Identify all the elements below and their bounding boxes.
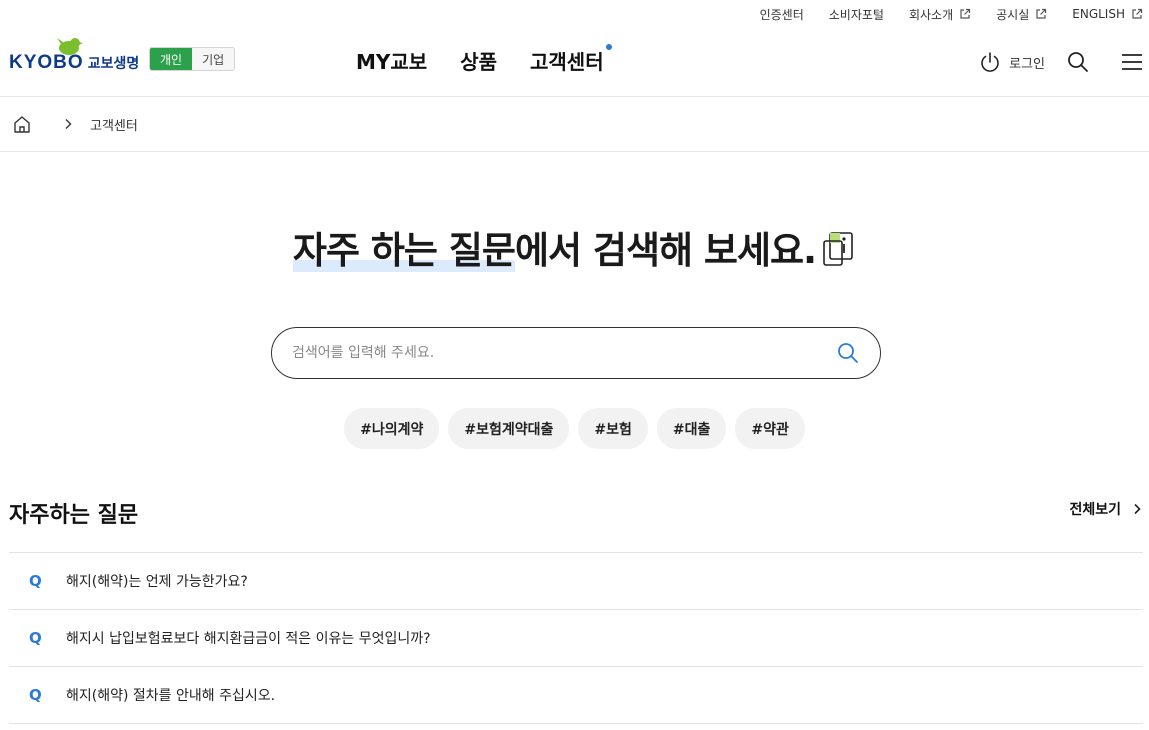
- breadcrumb-current: 고객센터: [90, 118, 138, 134]
- header-actions: 로그인: [979, 28, 1149, 96]
- faq-search-input[interactable]: [292, 345, 836, 361]
- breadcrumb: 고객센터: [0, 97, 1149, 152]
- hamburger-menu-button[interactable]: [1119, 49, 1145, 75]
- logo-text: KYOBO 교보생명: [9, 52, 140, 73]
- hashtag-terms[interactable]: #약관: [735, 408, 805, 449]
- util-link-english[interactable]: ENGLISH: [1072, 7, 1143, 21]
- search-icon: [1068, 52, 1088, 72]
- page-title-rest: 에서 검색해 보세요.: [514, 229, 817, 272]
- faq-item[interactable]: Q 해지시 납입보험료보다 해지환급금이 적은 이유는 무엇입니까?: [9, 610, 1143, 667]
- util-link-consumer-portal[interactable]: 소비자포털: [829, 6, 884, 23]
- external-link-icon: [960, 8, 971, 19]
- utility-bar: 인증센터 소비자포털 회사소개 공시실 ENGLISH: [735, 0, 1143, 28]
- external-link-icon: [1036, 8, 1047, 19]
- faq-question: 해지시 납입보험료보다 해지환급금이 적은 이유는 무엇입니까?: [66, 631, 431, 647]
- site-header: KYOBO 교보생명 개인 기업 MY교보 상품 고객센터 로그인: [0, 28, 1149, 97]
- hashtag-loan[interactable]: #대출: [656, 408, 727, 449]
- hashtag-policy-loan[interactable]: #보험계약대출: [448, 408, 570, 449]
- faq-section-title: 자주하는 질문: [9, 503, 139, 528]
- home-icon[interactable]: [12, 114, 32, 134]
- external-link-icon: [1132, 8, 1143, 19]
- document-info-icon: [823, 231, 853, 266]
- view-all-link[interactable]: 전체보기: [1069, 499, 1143, 519]
- power-icon: [981, 52, 999, 72]
- nav-products[interactable]: 상품: [460, 46, 497, 75]
- util-link-auth-center[interactable]: 인증센터: [760, 6, 804, 23]
- login-button[interactable]: 로그인: [979, 51, 1045, 73]
- hashtag-insurance[interactable]: #보험: [578, 408, 648, 449]
- faq-header: 자주하는 질문 전체보기: [9, 495, 1143, 535]
- hashtag-my-contract[interactable]: #나의계약: [344, 408, 440, 449]
- page-title: 자주 하는 질문에서 검색해 보세요.: [0, 220, 1149, 274]
- faq-question: 해지(해약)는 언제 가능한가요?: [66, 574, 248, 590]
- faq-q-marker: Q: [29, 686, 42, 704]
- page-title-highlight: 자주 하는 질문: [292, 229, 516, 272]
- active-indicator-dot: [605, 44, 612, 50]
- search-icon[interactable]: [836, 341, 860, 365]
- customer-type-toggle: 개인 기업: [149, 47, 236, 71]
- hashtag-list: #나의계약 #보험계약대출 #보험 #대출 #약관: [0, 408, 1149, 449]
- faq-search-box: [271, 327, 881, 379]
- util-link-company-intro[interactable]: 회사소개: [909, 6, 971, 23]
- faq-item[interactable]: Q 해지(해약) 절차를 안내해 주십시오.: [9, 667, 1143, 724]
- nav-customer-center[interactable]: 고객센터: [530, 44, 612, 75]
- chevron-right-icon: [65, 119, 72, 129]
- faq-item[interactable]: Q 해지(해약)는 언제 가능한가요?: [9, 553, 1143, 610]
- util-link-disclosure[interactable]: 공시실: [996, 6, 1047, 23]
- faq-q-marker: Q: [29, 629, 42, 647]
- chevron-right-icon: [1134, 503, 1141, 515]
- segment-corporate-button[interactable]: 기업: [192, 48, 235, 70]
- nav-my-kyobo[interactable]: MY교보: [356, 46, 427, 75]
- faq-question: 해지(해약) 절차를 안내해 주십시오.: [66, 688, 276, 704]
- main-navigation: MY교보 상품 고객센터: [356, 44, 612, 75]
- kyobo-logo[interactable]: KYOBO 교보생명: [9, 34, 139, 74]
- segment-personal-button[interactable]: 개인: [150, 48, 193, 70]
- faq-list: Q 해지(해약)는 언제 가능한가요? Q 해지시 납입보험료보다 해지환급금이…: [9, 552, 1143, 724]
- hamburger-icon: [1122, 54, 1142, 70]
- header-search-button[interactable]: [1065, 49, 1091, 75]
- faq-q-marker: Q: [29, 572, 42, 590]
